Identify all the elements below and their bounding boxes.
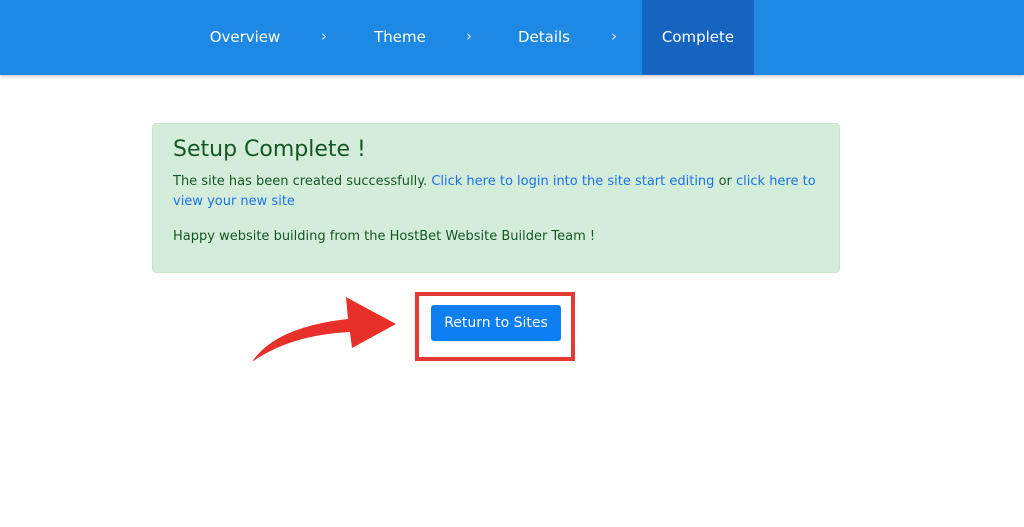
pointer-arrow-icon (252, 297, 396, 362)
step-overview[interactable]: Overview (190, 0, 300, 75)
login-edit-link[interactable]: Click here to login into the site start … (431, 174, 714, 189)
success-alert: Setup Complete ! The site has been creat… (152, 123, 840, 273)
alert-closing-text: Happy website building from the HostBet … (173, 229, 596, 244)
step-separator-icon: › (611, 27, 617, 45)
alert-message: The site has been created successfully. … (173, 172, 819, 212)
wizard-step-bar: Overview › Theme › Details › Complete (0, 0, 1024, 75)
step-theme[interactable]: Theme (345, 0, 455, 75)
alert-message-prefix: The site has been created successfully. (173, 174, 428, 189)
alert-or-text: or (718, 174, 732, 189)
step-details[interactable]: Details (489, 0, 599, 75)
return-to-sites-button[interactable]: Return to Sites (431, 305, 561, 341)
alert-title: Setup Complete ! (173, 137, 366, 162)
step-separator-icon: › (466, 27, 472, 45)
step-complete[interactable]: Complete (642, 0, 754, 75)
step-separator-icon: › (321, 27, 327, 45)
